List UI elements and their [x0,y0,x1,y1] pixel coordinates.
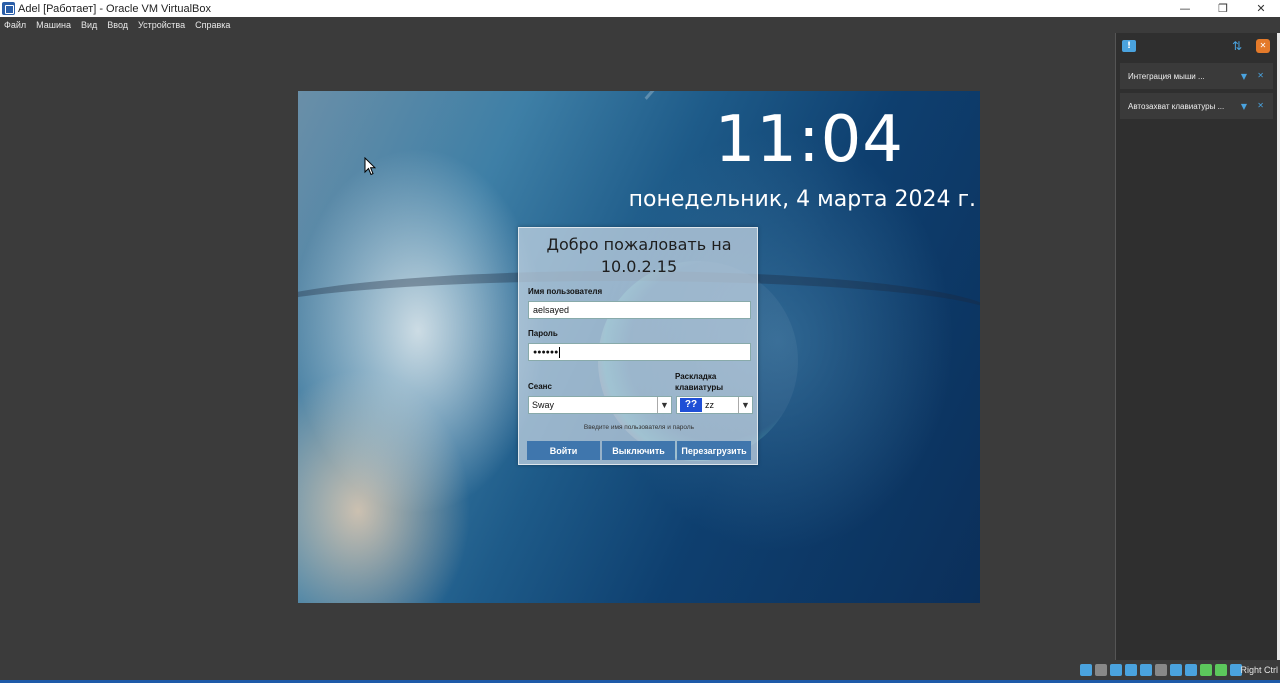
keyboard-flag-icon: ?? [680,398,702,412]
keyboard-layout-label-line1: Раскладка [675,372,717,381]
menu-view[interactable]: Вид [81,20,97,30]
close-icon: ✕ [1256,2,1266,15]
restore-icon: ❐ [1218,2,1228,15]
menu-file[interactable]: Файл [4,20,26,30]
window-title: Adel [Работает] - Oracle VM VirtualBox [18,2,211,15]
window-title-bar: Adel [Работает] - Oracle VM VirtualBox —… [0,0,1280,17]
host-key-label[interactable]: Right Ctrl [1240,665,1278,675]
keyboard-layout-value: zz [705,400,714,410]
pin-icon[interactable]: ▼ [1241,72,1247,81]
hard-disk-icon[interactable] [1080,664,1092,676]
notification-icon[interactable]: ! [1122,40,1136,52]
clear-all-icon[interactable]: ✕ [1256,39,1270,53]
login-title-line1: Добро пожаловать на [546,235,732,254]
status-indicators [1077,664,1242,676]
close-icon[interactable]: ✕ [1257,71,1264,80]
notification-item[interactable]: Автозахват клавиатуры ... ▼ ✕ [1120,93,1273,119]
username-value: aelsayed [533,305,570,315]
login-dialog: Добро пожаловать на 10.0.2.15 Имя пользо… [518,227,758,465]
menu-bar: Файл Машина Вид Ввод Устройства Справка [0,17,1280,33]
keyboard-layout-label-line2: клавиатуры [675,383,724,392]
notification-text: Интеграция мыши ... [1128,71,1205,81]
minimize-icon: — [1179,2,1191,15]
chevron-down-icon: ▼ [657,397,671,413]
login-hint: Введите имя пользователя и пароль [583,424,695,431]
login-button[interactable]: Войти [527,441,600,460]
chevron-down-icon: ▼ [738,397,752,413]
session-label: Сеанс [528,382,552,391]
lockscreen-clock: 11:04 [714,103,904,177]
mouse-integration-icon[interactable] [1215,664,1227,676]
shutdown-button[interactable]: Выключить [602,441,675,460]
usb-icon[interactable] [1140,664,1152,676]
menu-input[interactable]: Ввод [107,20,128,30]
password-value: ●●●●●● [533,348,559,356]
cpu-icon[interactable] [1200,664,1212,676]
sort-icon[interactable]: ⇅ [1232,40,1244,53]
menu-help[interactable]: Справка [195,20,230,30]
restart-button[interactable]: Перезагрузить [677,441,751,460]
menu-machine[interactable]: Машина [36,20,71,30]
optical-disk-icon[interactable] [1095,664,1107,676]
restore-button[interactable]: ❐ [1204,0,1242,17]
keyboard-layout-select[interactable]: ?? zz ▼ [676,396,753,414]
notification-item[interactable]: Интеграция мыши ... ▼ ✕ [1120,63,1273,89]
password-label: Пароль [528,329,558,338]
audio-icon[interactable] [1110,664,1122,676]
window-controls: — ❐ ✕ [1166,0,1280,17]
shared-folders-icon[interactable] [1155,664,1167,676]
text-caret [559,346,561,358]
session-select[interactable]: Sway ▼ [528,396,672,414]
video-capture-icon[interactable] [1185,664,1197,676]
notification-center: ! ⇅ ✕ Интеграция мыши ... ▼ ✕ Автозахват… [1115,33,1280,660]
session-value: Sway [532,400,555,410]
lockscreen-date: понедельник, 4 марта 2024 г. [628,187,976,212]
username-field[interactable]: aelsayed [528,301,751,319]
virtualbox-app-icon [2,2,15,15]
username-label: Имя пользователя [528,287,603,296]
display-icon[interactable] [1170,664,1182,676]
network-icon[interactable] [1125,664,1137,676]
notification-header: ! ⇅ ✕ [1116,33,1280,61]
keyboard-layout-label: Раскладка клавиатуры [675,371,723,393]
password-field[interactable]: ●●●●●● [528,343,751,361]
login-title: Добро пожаловать на 10.0.2.15 [519,234,759,278]
vm-guest-screen[interactable]: 11:04 понедельник, 4 марта 2024 г. Добро… [298,91,980,603]
pin-icon[interactable]: ▼ [1241,102,1247,111]
login-host: 10.0.2.15 [600,257,678,276]
minimize-button[interactable]: — [1166,0,1204,17]
close-icon[interactable]: ✕ [1257,101,1264,110]
notification-text: Автозахват клавиатуры ... [1128,101,1225,111]
menu-devices[interactable]: Устройства [138,20,185,30]
close-button[interactable]: ✕ [1242,0,1280,17]
